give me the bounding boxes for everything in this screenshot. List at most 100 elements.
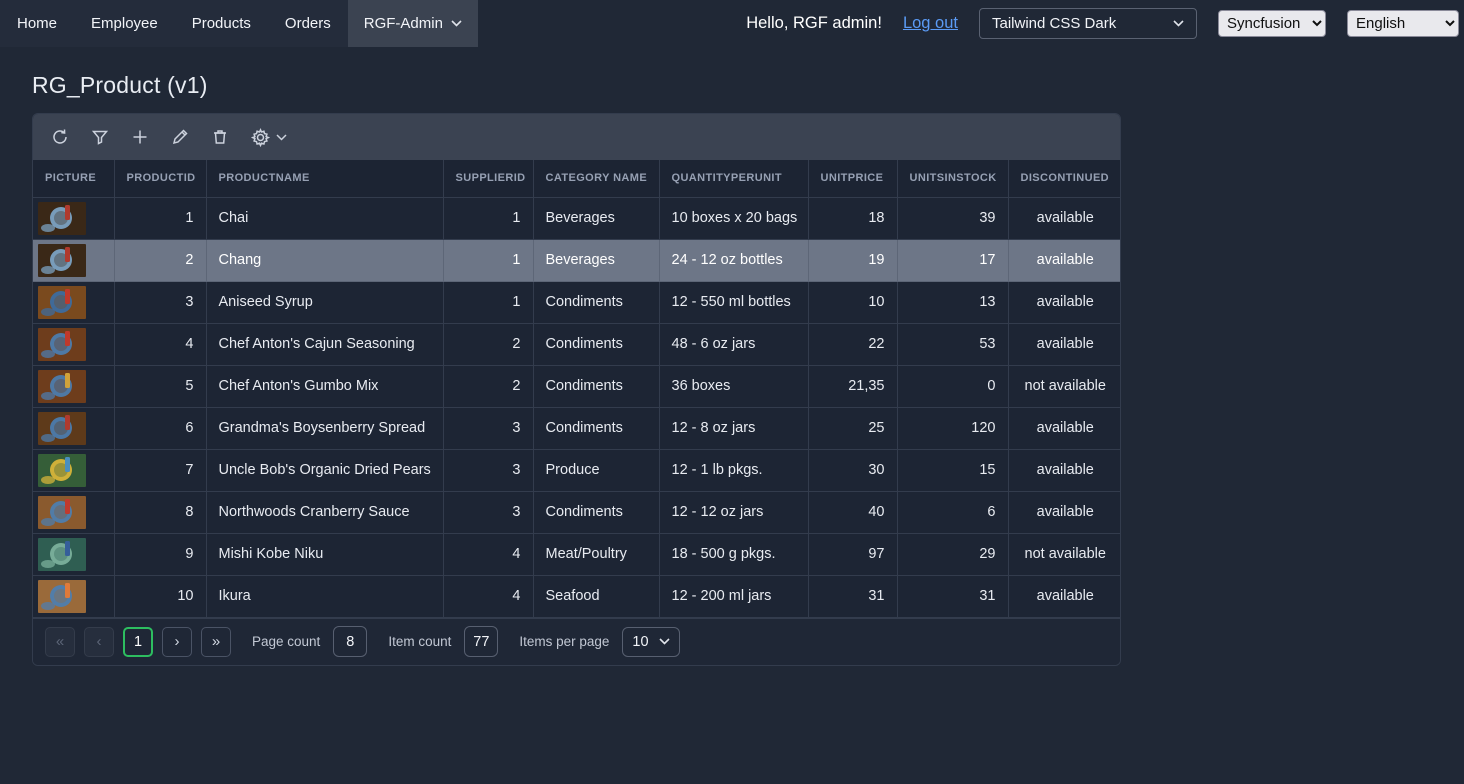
unitsinstock-cell[interactable]: 120: [897, 407, 1008, 449]
discontinued-cell[interactable]: available: [1008, 197, 1121, 239]
picture-cell[interactable]: [33, 197, 114, 239]
column-header-productid[interactable]: PRODUCTID: [114, 160, 206, 197]
theme-dropdown[interactable]: Tailwind CSS Dark: [979, 8, 1197, 39]
productname-cell[interactable]: Chef Anton's Cajun Seasoning: [206, 323, 443, 365]
productid-cell[interactable]: 4: [114, 323, 206, 365]
column-header-unitsinstock[interactable]: UNITSINSTOCK: [897, 160, 1008, 197]
quantityperunit-cell[interactable]: 48 - 6 oz jars: [659, 323, 808, 365]
categoryname-cell[interactable]: Produce: [533, 449, 659, 491]
table-row[interactable]: 4Chef Anton's Cajun Seasoning2Condiments…: [33, 323, 1121, 365]
unitprice-cell[interactable]: 19: [808, 239, 897, 281]
picture-cell[interactable]: [33, 491, 114, 533]
column-header-categoryname[interactable]: CATEGORY NAME: [533, 160, 659, 197]
productid-cell[interactable]: 5: [114, 365, 206, 407]
picture-cell[interactable]: [33, 575, 114, 617]
quantityperunit-cell[interactable]: 18 - 500 g pkgs.: [659, 533, 808, 575]
supplierid-cell[interactable]: 1: [443, 281, 533, 323]
picture-cell[interactable]: [33, 281, 114, 323]
unitprice-cell[interactable]: 22: [808, 323, 897, 365]
nav-item-rgf-admin[interactable]: RGF-Admin: [348, 0, 478, 47]
supplierid-cell[interactable]: 2: [443, 323, 533, 365]
unitprice-cell[interactable]: 18: [808, 197, 897, 239]
nav-item-employee[interactable]: Employee: [74, 0, 175, 47]
table-row[interactable]: 2Chang1Beverages24 - 12 oz bottles1917av…: [33, 239, 1121, 281]
column-header-discontinued[interactable]: DISCONTINUED: [1008, 160, 1121, 197]
discontinued-cell[interactable]: available: [1008, 575, 1121, 617]
table-row[interactable]: 1Chai1Beverages10 boxes x 20 bags1839ava…: [33, 197, 1121, 239]
last-page-button[interactable]: »: [201, 627, 231, 657]
categoryname-cell[interactable]: Seafood: [533, 575, 659, 617]
column-header-unitprice[interactable]: UNITPRICE: [808, 160, 897, 197]
unitprice-cell[interactable]: 40: [808, 491, 897, 533]
picture-cell[interactable]: [33, 533, 114, 575]
categoryname-cell[interactable]: Beverages: [533, 197, 659, 239]
current-page-button[interactable]: 1: [123, 627, 153, 657]
add-button[interactable]: [121, 118, 159, 156]
categoryname-cell[interactable]: Condiments: [533, 323, 659, 365]
discontinued-cell[interactable]: not available: [1008, 365, 1121, 407]
table-row[interactable]: 5Chef Anton's Gumbo Mix2Condiments36 box…: [33, 365, 1121, 407]
filter-button[interactable]: [81, 118, 119, 156]
quantityperunit-cell[interactable]: 12 - 12 oz jars: [659, 491, 808, 533]
categoryname-cell[interactable]: Condiments: [533, 407, 659, 449]
productid-cell[interactable]: 8: [114, 491, 206, 533]
picture-cell[interactable]: [33, 449, 114, 491]
language-select[interactable]: English: [1347, 10, 1459, 37]
productname-cell[interactable]: Chang: [206, 239, 443, 281]
productid-cell[interactable]: 2: [114, 239, 206, 281]
table-row[interactable]: 9Mishi Kobe Niku4Meat/Poultry18 - 500 g …: [33, 533, 1121, 575]
nav-item-products[interactable]: Products: [175, 0, 268, 47]
column-header-productname[interactable]: PRODUCTNAME: [206, 160, 443, 197]
unitsinstock-cell[interactable]: 13: [897, 281, 1008, 323]
supplierid-cell[interactable]: 3: [443, 407, 533, 449]
supplierid-cell[interactable]: 3: [443, 449, 533, 491]
productid-cell[interactable]: 10: [114, 575, 206, 617]
table-row[interactable]: 7Uncle Bob's Organic Dried Pears3Produce…: [33, 449, 1121, 491]
unitsinstock-cell[interactable]: 53: [897, 323, 1008, 365]
supplierid-cell[interactable]: 4: [443, 575, 533, 617]
productname-cell[interactable]: Grandma's Boysenberry Spread: [206, 407, 443, 449]
productid-cell[interactable]: 9: [114, 533, 206, 575]
unitsinstock-cell[interactable]: 15: [897, 449, 1008, 491]
categoryname-cell[interactable]: Beverages: [533, 239, 659, 281]
logout-link[interactable]: Log out: [903, 14, 958, 33]
discontinued-cell[interactable]: available: [1008, 323, 1121, 365]
table-row[interactable]: 10Ikura4Seafood12 - 200 ml jars3131avail…: [33, 575, 1121, 617]
productname-cell[interactable]: Aniseed Syrup: [206, 281, 443, 323]
column-header-picture[interactable]: PICTURE: [33, 160, 114, 197]
unitsinstock-cell[interactable]: 31: [897, 575, 1008, 617]
unitprice-cell[interactable]: 25: [808, 407, 897, 449]
unitprice-cell[interactable]: 97: [808, 533, 897, 575]
edit-button[interactable]: [161, 118, 199, 156]
quantityperunit-cell[interactable]: 24 - 12 oz bottles: [659, 239, 808, 281]
nav-item-home[interactable]: Home: [0, 0, 74, 47]
table-row[interactable]: 6Grandma's Boysenberry Spread3Condiments…: [33, 407, 1121, 449]
unitsinstock-cell[interactable]: 39: [897, 197, 1008, 239]
productid-cell[interactable]: 3: [114, 281, 206, 323]
supplierid-cell[interactable]: 3: [443, 491, 533, 533]
table-row[interactable]: 3Aniseed Syrup1Condiments12 - 550 ml bot…: [33, 281, 1121, 323]
categoryname-cell[interactable]: Condiments: [533, 491, 659, 533]
discontinued-cell[interactable]: available: [1008, 449, 1121, 491]
discontinued-cell[interactable]: available: [1008, 281, 1121, 323]
productname-cell[interactable]: Chai: [206, 197, 443, 239]
categoryname-cell[interactable]: Meat/Poultry: [533, 533, 659, 575]
productid-cell[interactable]: 7: [114, 449, 206, 491]
picture-cell[interactable]: [33, 407, 114, 449]
picture-cell[interactable]: [33, 239, 114, 281]
picture-cell[interactable]: [33, 323, 114, 365]
quantityperunit-cell[interactable]: 12 - 200 ml jars: [659, 575, 808, 617]
supplierid-cell[interactable]: 4: [443, 533, 533, 575]
unitprice-cell[interactable]: 10: [808, 281, 897, 323]
discontinued-cell[interactable]: available: [1008, 407, 1121, 449]
discontinued-cell[interactable]: available: [1008, 491, 1121, 533]
quantityperunit-cell[interactable]: 12 - 550 ml bottles: [659, 281, 808, 323]
prev-page-button[interactable]: ‹: [84, 627, 114, 657]
discontinued-cell[interactable]: not available: [1008, 533, 1121, 575]
unitprice-cell[interactable]: 30: [808, 449, 897, 491]
settings-dropdown-button[interactable]: [241, 118, 297, 156]
categoryname-cell[interactable]: Condiments: [533, 365, 659, 407]
supplierid-cell[interactable]: 2: [443, 365, 533, 407]
unitsinstock-cell[interactable]: 17: [897, 239, 1008, 281]
unitsinstock-cell[interactable]: 6: [897, 491, 1008, 533]
